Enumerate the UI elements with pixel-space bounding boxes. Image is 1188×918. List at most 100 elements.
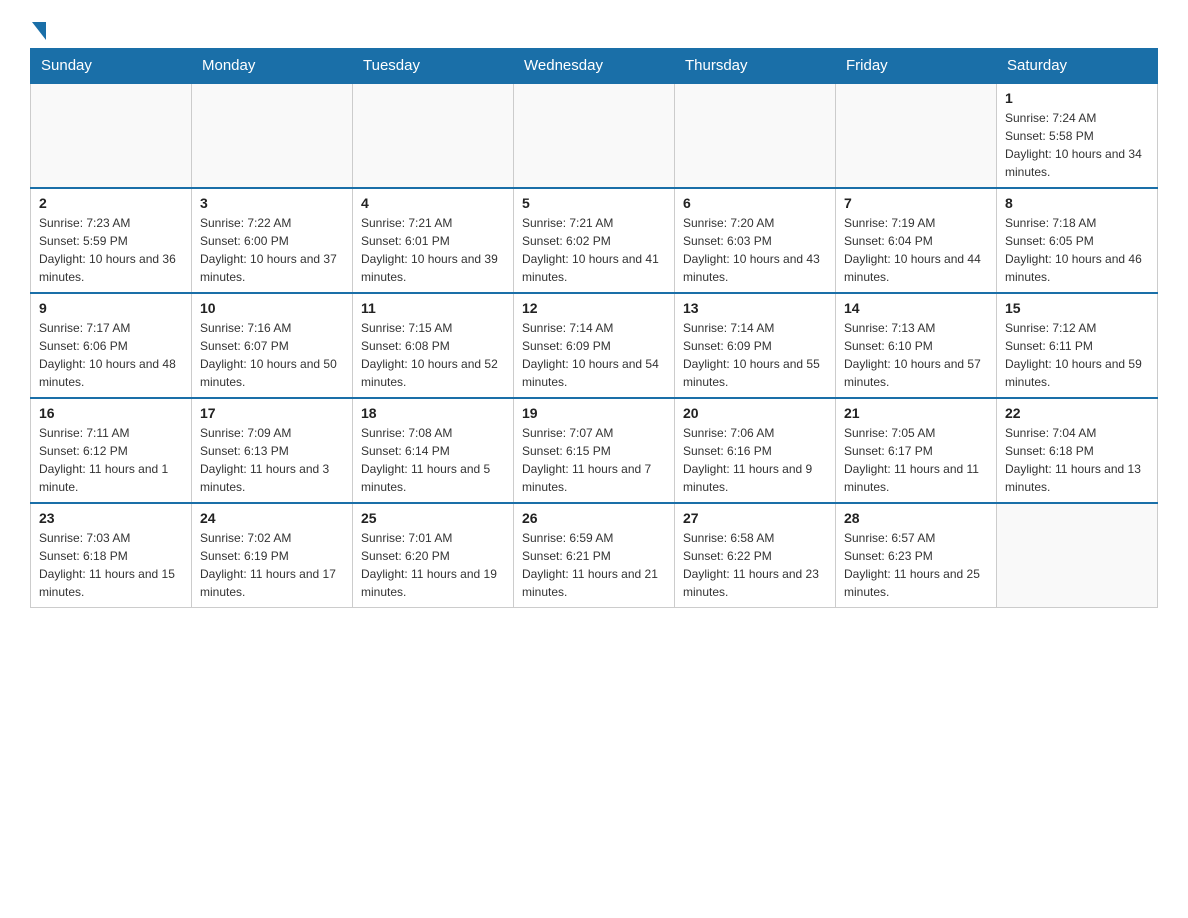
calendar-cell — [31, 83, 192, 188]
day-info: Sunrise: 6:57 AMSunset: 6:23 PMDaylight:… — [844, 529, 988, 601]
calendar-cell: 10Sunrise: 7:16 AMSunset: 6:07 PMDayligh… — [192, 293, 353, 398]
calendar-cell: 8 Sunrise: 7:18 AMSunset: 6:05 PMDaylight… — [997, 188, 1158, 293]
day-number: 8 — [1005, 195, 1149, 211]
day-info: Sunrise: 7:21 AMSunset: 6:01 PMDaylight:… — [361, 214, 505, 286]
calendar-cell: 25 Sunrise: 7:01 AMSunset: 6:20 PMDayligh… — [353, 503, 514, 608]
day-info: Sunrise: 7:19 AMSunset: 6:04 PMDaylight:… — [844, 214, 988, 286]
calendar-cell: 21 Sunrise: 7:05 AMSunset: 6:17 PMDayligh… — [836, 398, 997, 503]
day-info: Sunrise: 7:12 AMSunset: 6:11 PMDaylight:… — [1005, 319, 1149, 391]
day-info: Sunrise: 7:13 AMSunset: 6:10 PMDaylight:… — [844, 319, 988, 391]
day-info: Sunrise: 7:03 AMSunset: 6:18 PMDaylight:… — [39, 529, 183, 601]
day-number: 11 — [361, 300, 505, 316]
calendar-cell: 12Sunrise: 7:14 AMSunset: 6:09 PMDayligh… — [514, 293, 675, 398]
calendar-cell — [514, 83, 675, 188]
calendar-cell: 20 Sunrise: 7:06 AMSunset: 6:16 PMDayligh… — [675, 398, 836, 503]
day-number: 19 — [522, 405, 666, 421]
calendar-cell: 3 Sunrise: 7:22 AMSunset: 6:00 PMDaylight… — [192, 188, 353, 293]
calendar-cell — [192, 83, 353, 188]
logo-arrow-icon — [32, 22, 46, 40]
calendar-table: SundayMondayTuesdayWednesdayThursdayFrid… — [30, 48, 1158, 608]
day-info: Sunrise: 7:17 AMSunset: 6:06 PMDaylight:… — [39, 319, 183, 391]
calendar-cell: 28 Sunrise: 6:57 AMSunset: 6:23 PMDayligh… — [836, 503, 997, 608]
day-number: 26 — [522, 510, 666, 526]
calendar-cell: 2 Sunrise: 7:23 AMSunset: 5:59 PMDaylight… — [31, 188, 192, 293]
day-number: 14 — [844, 300, 988, 316]
page-header — [30, 20, 1158, 38]
day-info: Sunrise: 7:04 AMSunset: 6:18 PMDaylight:… — [1005, 424, 1149, 496]
day-number: 13 — [683, 300, 827, 316]
day-number: 25 — [361, 510, 505, 526]
calendar-cell: 6 Sunrise: 7:20 AMSunset: 6:03 PMDaylight… — [675, 188, 836, 293]
day-of-week-header: Friday — [836, 49, 997, 84]
day-of-week-header: Saturday — [997, 49, 1158, 84]
day-info: Sunrise: 7:05 AMSunset: 6:17 PMDaylight:… — [844, 424, 988, 496]
day-info: Sunrise: 7:11 AMSunset: 6:12 PMDaylight:… — [39, 424, 183, 496]
day-info: Sunrise: 7:09 AMSunset: 6:13 PMDaylight:… — [200, 424, 344, 496]
calendar-header-row: SundayMondayTuesdayWednesdayThursdayFrid… — [31, 49, 1158, 84]
day-info: Sunrise: 7:16 AMSunset: 6:07 PMDaylight:… — [200, 319, 344, 391]
day-number: 9 — [39, 300, 183, 316]
calendar-cell: 4 Sunrise: 7:21 AMSunset: 6:01 PMDaylight… — [353, 188, 514, 293]
day-number: 18 — [361, 405, 505, 421]
day-number: 16 — [39, 405, 183, 421]
calendar-cell: 16 Sunrise: 7:11 AMSunset: 6:12 PMDayligh… — [31, 398, 192, 503]
day-number: 23 — [39, 510, 183, 526]
calendar-cell: 7 Sunrise: 7:19 AMSunset: 6:04 PMDaylight… — [836, 188, 997, 293]
calendar-cell: 15 Sunrise: 7:12 AMSunset: 6:11 PMDayligh… — [997, 293, 1158, 398]
day-number: 28 — [844, 510, 988, 526]
calendar-cell: 23 Sunrise: 7:03 AMSunset: 6:18 PMDayligh… — [31, 503, 192, 608]
calendar-cell: 17 Sunrise: 7:09 AMSunset: 6:13 PMDayligh… — [192, 398, 353, 503]
day-number: 6 — [683, 195, 827, 211]
day-info: Sunrise: 7:20 AMSunset: 6:03 PMDaylight:… — [683, 214, 827, 286]
calendar-week-row: 9 Sunrise: 7:17 AMSunset: 6:06 PMDaylight… — [31, 293, 1158, 398]
calendar-cell: 19Sunrise: 7:07 AMSunset: 6:15 PMDayligh… — [514, 398, 675, 503]
logo — [30, 20, 46, 38]
day-number: 24 — [200, 510, 344, 526]
calendar-cell — [836, 83, 997, 188]
calendar-cell: 27 Sunrise: 6:58 AMSunset: 6:22 PMDayligh… — [675, 503, 836, 608]
day-of-week-header: Wednesday — [514, 49, 675, 84]
day-info: Sunrise: 7:06 AMSunset: 6:16 PMDaylight:… — [683, 424, 827, 496]
day-number: 7 — [844, 195, 988, 211]
day-info: Sunrise: 7:02 AMSunset: 6:19 PMDaylight:… — [200, 529, 344, 601]
day-info: Sunrise: 7:18 AMSunset: 6:05 PMDaylight:… — [1005, 214, 1149, 286]
day-number: 22 — [1005, 405, 1149, 421]
calendar-week-row: 23 Sunrise: 7:03 AMSunset: 6:18 PMDayligh… — [31, 503, 1158, 608]
day-info: Sunrise: 7:24 AMSunset: 5:58 PMDaylight:… — [1005, 109, 1149, 181]
day-number: 21 — [844, 405, 988, 421]
day-info: Sunrise: 6:59 AMSunset: 6:21 PMDaylight:… — [522, 529, 666, 601]
day-number: 20 — [683, 405, 827, 421]
day-number: 27 — [683, 510, 827, 526]
day-info: Sunrise: 7:01 AMSunset: 6:20 PMDaylight:… — [361, 529, 505, 601]
calendar-cell: 24 Sunrise: 7:02 AMSunset: 6:19 PMDayligh… — [192, 503, 353, 608]
day-number: 4 — [361, 195, 505, 211]
day-info: Sunrise: 7:15 AMSunset: 6:08 PMDaylight:… — [361, 319, 505, 391]
day-info: Sunrise: 7:22 AMSunset: 6:00 PMDaylight:… — [200, 214, 344, 286]
day-info: Sunrise: 6:58 AMSunset: 6:22 PMDaylight:… — [683, 529, 827, 601]
calendar-cell: 5 Sunrise: 7:21 AMSunset: 6:02 PMDaylight… — [514, 188, 675, 293]
day-number: 1 — [1005, 90, 1149, 106]
calendar-cell: 18 Sunrise: 7:08 AMSunset: 6:14 PMDayligh… — [353, 398, 514, 503]
calendar-cell — [997, 503, 1158, 608]
calendar-week-row: 1 Sunrise: 7:24 AMSunset: 5:58 PMDaylight… — [31, 83, 1158, 188]
calendar-cell — [353, 83, 514, 188]
calendar-cell: 11 Sunrise: 7:15 AMSunset: 6:08 PMDayligh… — [353, 293, 514, 398]
day-number: 15 — [1005, 300, 1149, 316]
day-number: 5 — [522, 195, 666, 211]
day-number: 12 — [522, 300, 666, 316]
day-of-week-header: Tuesday — [353, 49, 514, 84]
day-info: Sunrise: 7:21 AMSunset: 6:02 PMDaylight:… — [522, 214, 666, 286]
day-of-week-header: Sunday — [31, 49, 192, 84]
day-of-week-header: Monday — [192, 49, 353, 84]
day-number: 17 — [200, 405, 344, 421]
calendar-week-row: 16 Sunrise: 7:11 AMSunset: 6:12 PMDayligh… — [31, 398, 1158, 503]
calendar-cell: 22 Sunrise: 7:04 AMSunset: 6:18 PMDayligh… — [997, 398, 1158, 503]
calendar-cell: 9 Sunrise: 7:17 AMSunset: 6:06 PMDaylight… — [31, 293, 192, 398]
day-info: Sunrise: 7:08 AMSunset: 6:14 PMDaylight:… — [361, 424, 505, 496]
calendar-cell — [675, 83, 836, 188]
day-number: 2 — [39, 195, 183, 211]
day-of-week-header: Thursday — [675, 49, 836, 84]
day-info: Sunrise: 7:14 AMSunset: 6:09 PMDaylight:… — [683, 319, 827, 391]
day-info: Sunrise: 7:23 AMSunset: 5:59 PMDaylight:… — [39, 214, 183, 286]
day-number: 3 — [200, 195, 344, 211]
